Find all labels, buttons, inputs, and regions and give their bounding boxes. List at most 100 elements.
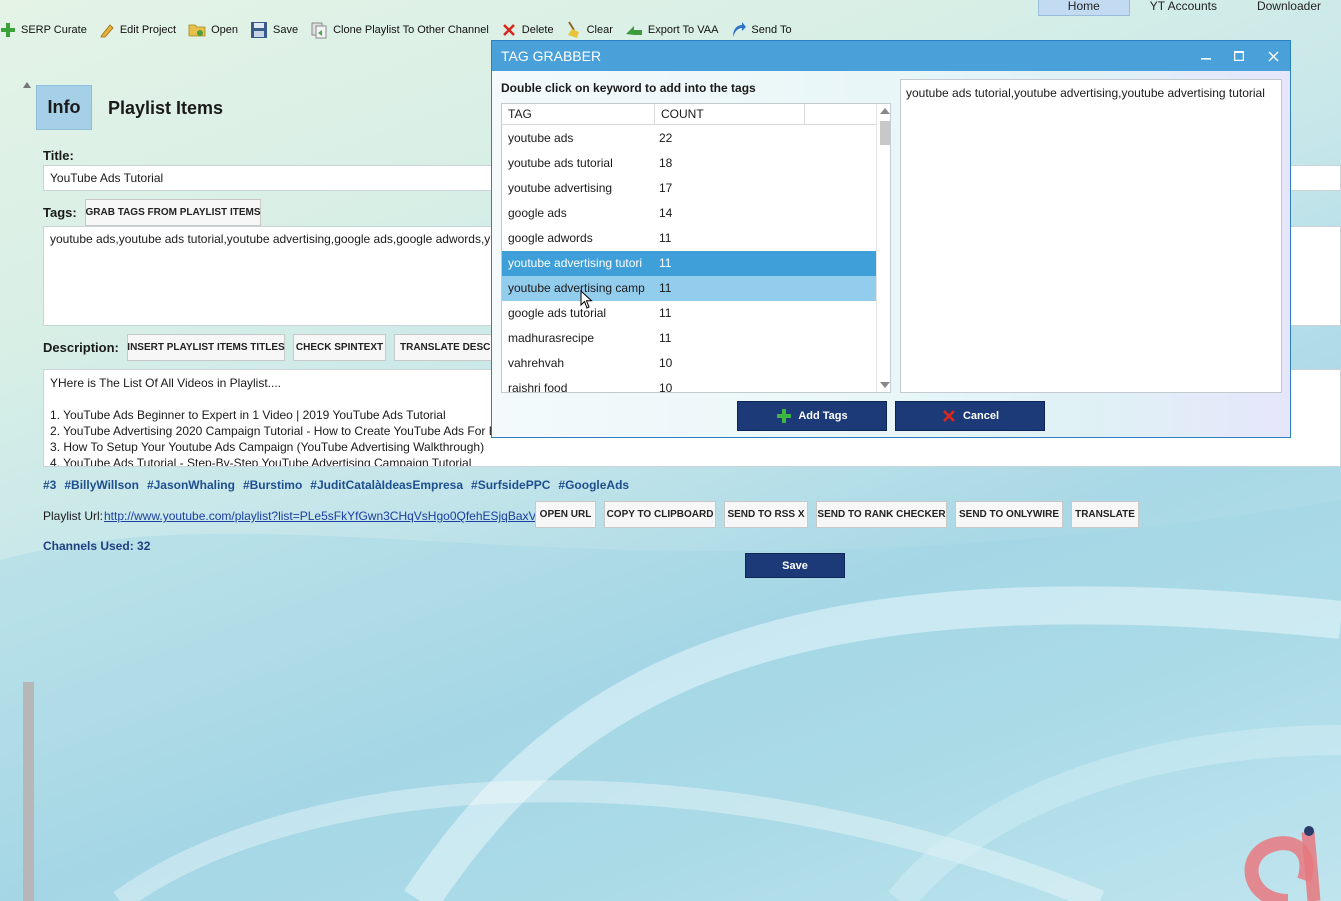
- scroll-up-arrow-icon[interactable]: [23, 82, 31, 88]
- table-row[interactable]: youtube advertising 17: [502, 176, 876, 201]
- hashtag[interactable]: #BillyWillson: [64, 478, 139, 492]
- translate-description-button[interactable]: TRANSLATE DESCR: [394, 334, 494, 361]
- export-vaa-label: Export To VAA: [647, 24, 719, 36]
- close-icon[interactable]: [1256, 41, 1290, 71]
- dialog-caption: Double click on keyword to add into the …: [501, 81, 756, 95]
- dialog-title-bar[interactable]: TAG GRABBER: [492, 41, 1290, 71]
- top-nav: Home YT Accounts Downloader: [1037, 0, 1341, 16]
- open-button[interactable]: Open: [188, 16, 238, 44]
- grab-tags-button[interactable]: GRAB TAGS FROM PLAYLIST ITEMS: [85, 199, 261, 226]
- clone-playlist-label: Clone Playlist To Other Channel: [333, 24, 489, 36]
- clear-label: Clear: [586, 24, 613, 36]
- grid-vertical-scrollbar[interactable]: [876, 104, 890, 392]
- tag-count-grid: TAG COUNT youtube ads 22 youtube ads tuto…: [501, 103, 891, 393]
- x-icon: [943, 410, 955, 422]
- scroll-thumb[interactable]: [880, 121, 890, 145]
- hashtag-list: #3 #BillyWillson #JasonWhaling #Burstimo…: [43, 478, 629, 492]
- hashtag[interactable]: #GoogleAds: [558, 478, 629, 492]
- tag-cell: youtube ads: [508, 131, 574, 145]
- hashtag[interactable]: #3: [43, 478, 56, 492]
- send-to-rank-checker-button[interactable]: SEND TO RANK CHECKER: [816, 501, 947, 528]
- open-url-button[interactable]: OPEN URL: [535, 501, 596, 528]
- x-icon: [502, 24, 515, 36]
- plus-icon: [777, 409, 792, 423]
- left-scrollbar[interactable]: [23, 682, 34, 901]
- mouse-cursor-icon: [580, 290, 593, 309]
- table-row[interactable]: google ads tutorial 11: [502, 301, 876, 326]
- tag-cell: vahrehvah: [508, 356, 565, 370]
- title-label: Title:: [43, 148, 74, 163]
- edit-project-label: Edit Project: [119, 24, 177, 36]
- count-cell: 11: [659, 331, 672, 345]
- minimize-icon[interactable]: [1189, 41, 1223, 71]
- column-header-count[interactable]: COUNT: [655, 104, 805, 125]
- save-button[interactable]: Save: [745, 553, 845, 578]
- column-header-empty: [805, 104, 876, 125]
- playlist-url-label: Playlist Url:: [43, 509, 104, 523]
- nav-tab-yt-accounts[interactable]: YT Accounts: [1130, 0, 1237, 16]
- table-row[interactable]: vahrehvah 10: [502, 351, 876, 376]
- selected-tags-textarea[interactable]: youtube ads tutorial,youtube advertising…: [900, 79, 1282, 393]
- nav-tab-downloader[interactable]: Downloader: [1237, 0, 1341, 16]
- translate-button[interactable]: TRANSLATE: [1071, 501, 1139, 528]
- table-row[interactable]: google adwords 11: [502, 226, 876, 251]
- tag-cell: youtube ads tutorial: [508, 156, 613, 170]
- grid-header: TAG COUNT: [502, 104, 876, 125]
- tag-grabber-dialog: TAG GRABBER Double click on keyword to a…: [491, 40, 1291, 438]
- count-cell: 17: [659, 181, 673, 195]
- serp-curate-button[interactable]: SERP Curate: [0, 16, 87, 44]
- playlist-url-link[interactable]: http://www.youtube.com/playlist?list=PLe…: [104, 509, 537, 523]
- count-cell: 11: [659, 281, 672, 295]
- channels-used: Channels Used: 32: [43, 539, 151, 553]
- tag-cell: youtube advertising tutori: [508, 256, 643, 270]
- column-header-tag[interactable]: TAG: [502, 104, 655, 125]
- table-row[interactable]: google ads 14: [502, 201, 876, 226]
- tab-playlist-items[interactable]: Playlist Items: [108, 98, 223, 119]
- send-to-rss-button[interactable]: SEND TO RSS X: [724, 501, 808, 528]
- tag-cell: youtube advertising: [508, 181, 613, 195]
- hashtag[interactable]: #Burstimo: [243, 478, 302, 492]
- insert-playlist-titles-button[interactable]: INSERT PLAYLIST ITEMS TITLES: [127, 334, 285, 361]
- maximize-icon[interactable]: [1222, 41, 1256, 71]
- count-cell: 11: [659, 306, 672, 320]
- hashtag[interactable]: #JuditCatalàIdeasEmpresa: [310, 478, 463, 492]
- tag-cell: google adwords: [508, 231, 593, 245]
- hashtag[interactable]: #JasonWhaling: [147, 478, 235, 492]
- table-row[interactable]: youtube ads tutorial 18: [502, 151, 876, 176]
- check-spintext-button[interactable]: CHECK SPINTEXT: [293, 334, 386, 361]
- scroll-down-icon[interactable]: [880, 382, 890, 388]
- plus-icon: [1, 23, 15, 37]
- send-to-label: Send To: [751, 24, 792, 36]
- table-row-hover[interactable]: youtube advertising camp 11: [502, 276, 876, 301]
- copy-to-clipboard-button[interactable]: COPY TO CLIPBOARD: [604, 501, 716, 528]
- tab-info[interactable]: Info: [36, 85, 92, 130]
- save-toolbar-button[interactable]: Save: [250, 16, 298, 44]
- brand-logo-icon: [1244, 826, 1321, 901]
- description-label: Description:: [43, 340, 119, 355]
- nav-tab-home[interactable]: Home: [1037, 0, 1130, 16]
- count-cell: 10: [659, 356, 673, 370]
- broom-icon: [567, 21, 579, 38]
- add-tags-button[interactable]: Add Tags: [737, 401, 887, 431]
- clone-playlist-button[interactable]: Clone Playlist To Other Channel: [310, 16, 489, 44]
- folder-icon: [188, 24, 206, 37]
- send-to-onlywire-button[interactable]: SEND TO ONLYWIRE: [955, 501, 1063, 528]
- count-cell: 10: [659, 381, 673, 393]
- table-row-selected[interactable]: youtube advertising tutori 11: [502, 251, 876, 276]
- description-line: 4. YouTube Ads Tutorial - Step-By-Step Y…: [50, 456, 472, 467]
- export-icon: [625, 26, 642, 35]
- table-row[interactable]: youtube ads 22: [502, 126, 876, 151]
- hashtag[interactable]: #SurfsidePPC: [471, 478, 550, 492]
- count-cell: 11: [659, 256, 672, 270]
- send-icon: [733, 22, 747, 37]
- count-cell: 14: [659, 206, 673, 220]
- tag-cell: google ads: [508, 206, 567, 220]
- cancel-button[interactable]: Cancel: [895, 401, 1045, 431]
- tag-cell: madhurasrecipe: [508, 331, 595, 345]
- table-row[interactable]: madhurasrecipe 11: [502, 326, 876, 351]
- add-tags-label: Add Tags: [798, 410, 848, 422]
- dialog-title: TAG GRABBER: [501, 48, 602, 64]
- edit-project-button[interactable]: Edit Project: [99, 16, 176, 44]
- scroll-up-icon[interactable]: [880, 108, 890, 114]
- table-row[interactable]: rajshri food 10: [502, 376, 876, 393]
